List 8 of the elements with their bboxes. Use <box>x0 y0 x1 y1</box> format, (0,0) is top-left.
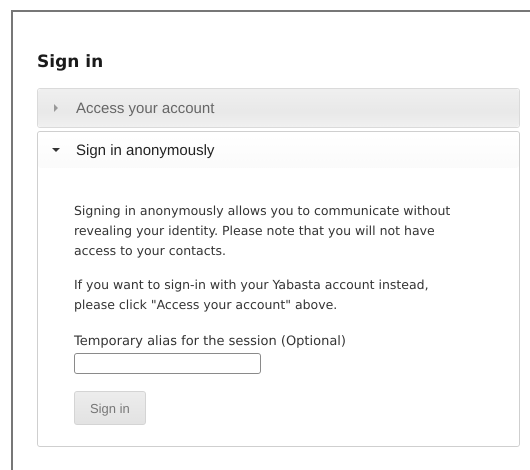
info-paragraph: Signing in anonymously allows you to communicate without revealing your identity. Please note that you will not have access to your contacts. <box>74 202 452 260</box>
caret-right-icon <box>52 104 60 112</box>
caret-down-icon <box>52 146 60 154</box>
info-paragraph: If you want to sign-in with your Yabasta account instead, please click "Access your account" above. <box>74 276 430 314</box>
page-title: Sign in <box>37 52 104 72</box>
field-label: Temporary alias for the session (Optional) <box>74 333 347 351</box>
alias-input-field[interactable] <box>74 353 261 374</box>
accordion-header[interactable]: Access your account <box>38 89 519 127</box>
